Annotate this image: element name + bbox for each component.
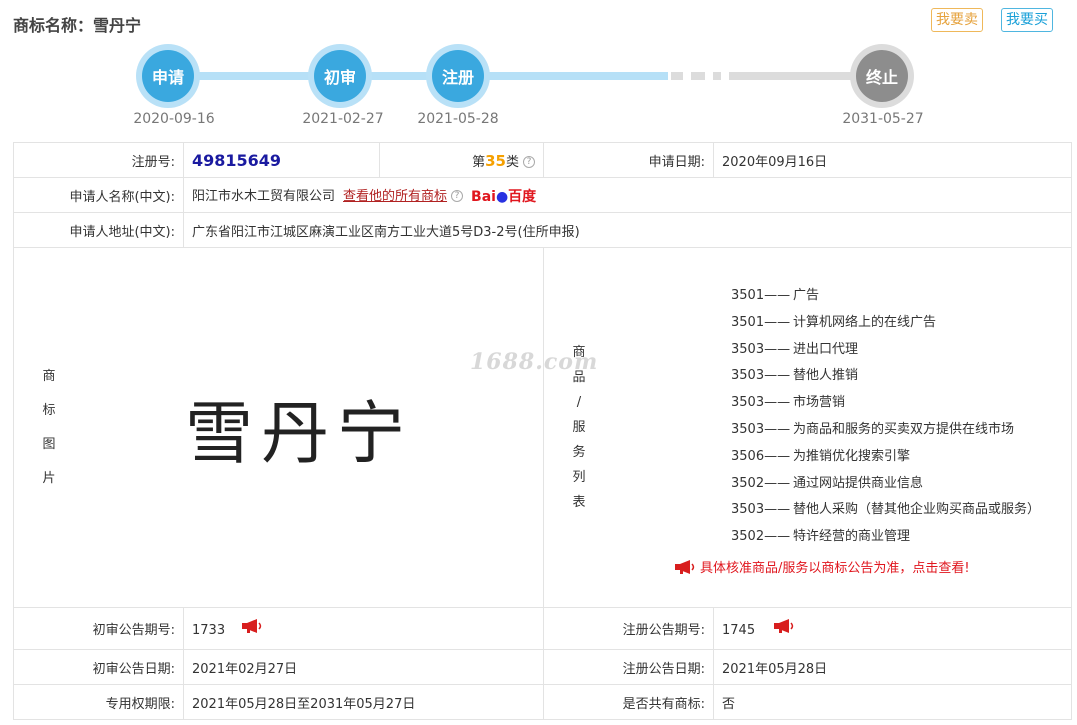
list-item: 3503—— 进出口代理 [731,341,859,357]
apply-date: 2020年09月16日 [713,142,1072,178]
mark-image-label: 商标图片 [42,368,56,486]
timeline-step-register: 注册 [426,44,490,108]
service-list-cell: 商品 / 服务列表 3501—— 广告 3501—— 计算机网络上的在线广告 3503—… [543,247,1072,608]
exclusive-period: 2021年05月28日至2031年05月27日 [183,684,544,720]
timeline-step-prelim: 初审 [308,44,372,108]
prelim-date: 2021年02月27日 [183,649,544,685]
list-item: 3501—— 计算机网络上的在线广告 [731,314,937,330]
reg-notice-no-cell: 1745 [713,607,1072,650]
timeline-dash [691,72,705,80]
timeline-progress-bar [168,72,668,80]
class-cell: 第35类? [379,142,544,178]
page-title: 商标名称：雪丹宁 [13,16,142,35]
list-item: 3503—— 为商品和服务的买卖双方提供在线市场 [731,422,1015,437]
timeline-date-apply: 2020-09-16 [133,111,215,127]
applicant-label: 申请人名称(中文): [13,177,184,213]
timeline-date-end: 2031-05-27 [842,111,924,127]
baidu-logo[interactable]: Bai●百度 [471,186,536,206]
exclusive-period-label: 专用权期限: [13,684,184,720]
list-item: 3502—— 通过网站提供商业信息 [731,475,924,491]
timeline-step-end: 终止 [850,44,914,108]
prelim-no: 1733 [192,623,226,638]
reg-no-value: 49815649 [183,142,380,178]
prelim-date-label: 初审公告日期: [13,649,184,685]
address-label: 申请人地址(中文): [13,212,184,248]
trademark-image: 雪丹宁 [184,395,413,474]
page-header: 商标名称：雪丹宁 我要卖 我要买 [0,0,1077,44]
applicant-cell: 阳江市水木工贸有限公司 查看他的所有商标? Bai●百度 [183,177,1072,213]
timeline-date-prelim: 2021-02-27 [302,111,384,127]
service-notice-link[interactable]: 具体核准商品/服务以商标公告为准，点击查看! [614,557,1071,576]
reg-notice-date-label: 注册公告日期: [543,649,714,685]
reg-notice-date: 2021年05月28日 [713,649,1072,685]
timeline-dash [713,72,721,80]
status-timeline: 申请 初审 注册 终止 2020-09-16 2021-02-27 2021-0… [0,40,1077,132]
list-item: 3506—— 为推销优化搜索引擎 [731,448,911,464]
megaphone-icon[interactable] [773,619,795,633]
watermark: 1688.com [470,349,599,375]
trademark-image-cell: 商标图片 雪丹宁 [13,247,544,608]
list-item: 3501—— 广告 [731,288,820,304]
shared-value: 否 [713,684,1072,720]
prelim-no-cell: 1733 [183,607,544,650]
shared-label: 是否共有商标: [543,684,714,720]
reg-notice-no: 1745 [722,623,756,638]
timeline-dash [671,72,683,80]
help-icon[interactable]: ? [523,155,535,168]
trademark-info-table: 注册号: 49815649 第35类? 申请日期: 2020年09月16日 申请… [13,142,1072,720]
timeline-date-register: 2021-05-28 [417,111,499,127]
timeline-step-apply: 申请 [136,44,200,108]
list-item: 3503—— 替他人推销 [731,368,859,384]
applicant-name: 阳江市水木工贸有限公司 [192,188,336,204]
sell-button[interactable]: 我要卖 [931,8,983,32]
prelim-no-label: 初审公告期号: [13,607,184,650]
help-icon[interactable]: ? [451,189,464,202]
list-item: 3502—— 特许经营的商业管理 [731,529,911,545]
service-list: 3501—— 广告 3501—— 计算机网络上的在线广告 3503—— 进出口代理 3… [614,283,1071,551]
apply-date-label: 申请日期: [543,142,714,178]
reg-no-label: 注册号: [13,142,184,178]
megaphone-icon [675,559,695,574]
list-item: 3503—— 替他人采购（替其他企业购买商品或服务） [731,502,1041,518]
reg-notice-no-label: 注册公告期号: [543,607,714,650]
buy-button[interactable]: 我要买 [1001,8,1053,32]
megaphone-icon[interactable] [241,619,263,633]
list-item: 3503—— 市场营销 [731,395,846,411]
class-no: 35 [485,151,506,170]
address: 广东省阳江市江城区麻演工业区南方工业大道5号D3-2号(住所申报) [183,212,1072,248]
view-all-trademarks-link[interactable]: 查看他的所有商标 [343,189,447,204]
reg-no: 49815649 [192,150,282,170]
